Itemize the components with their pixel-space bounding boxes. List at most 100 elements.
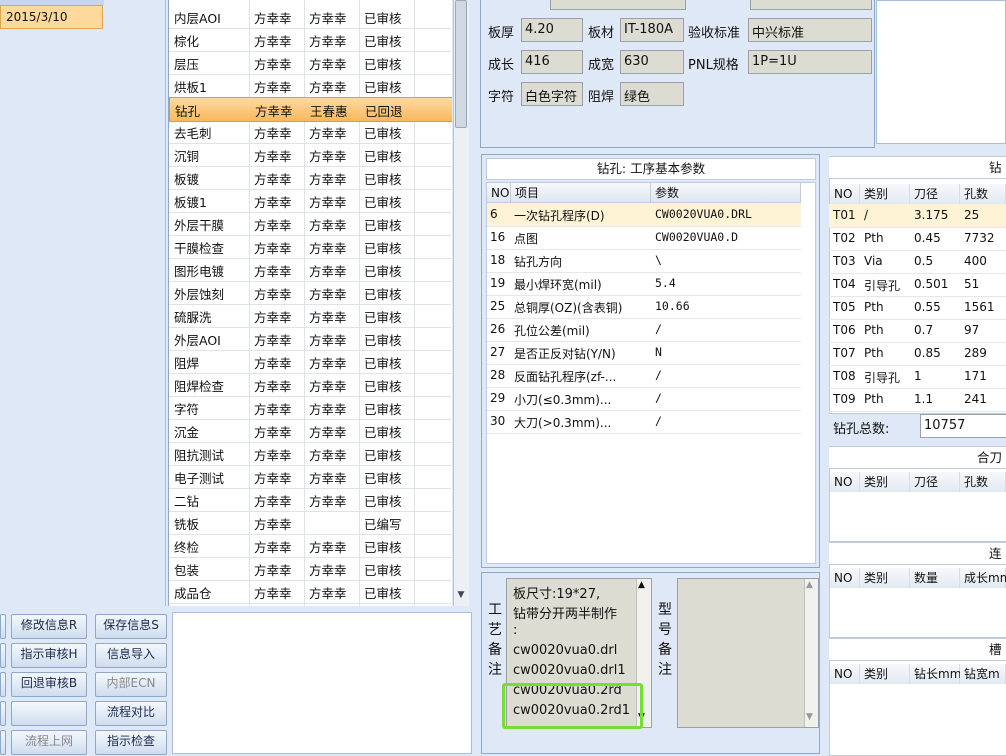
process-row[interactable]: 沉金 方幸幸 方幸幸 已审核	[169, 419, 451, 443]
tool-row[interactable]: T08 引导孔 1 171	[829, 365, 1006, 389]
process-row[interactable]: 阻抗测试 方幸幸 方幸幸 已审核	[169, 442, 451, 466]
tool-row[interactable]: T05 Pth 0.55 1561	[829, 296, 1006, 320]
process-cell: 方幸幸	[254, 149, 292, 164]
param-row[interactable]: 6 一次钻孔程序(D) CW0020VUA0.DRL	[487, 203, 801, 227]
instruct-review-button[interactable]: 指示审核H	[11, 643, 87, 668]
scroll-up-arrow-icon[interactable]: ▲	[638, 580, 645, 590]
process-cell: 终检	[174, 540, 200, 555]
scrollbar-thumb[interactable]	[455, 0, 467, 128]
flow-compare-button[interactable]: 流程对比	[95, 701, 167, 726]
process-cell: 方幸幸	[254, 471, 292, 486]
param-row[interactable]: 27 是否正反对钻(Y/N) N	[487, 341, 801, 365]
return-review-button[interactable]: 回退审核B	[11, 672, 87, 697]
process-row[interactable]: 板镀 方幸幸 方幸幸 已审核	[169, 166, 451, 190]
process-cell: 板镀1	[174, 195, 207, 210]
process-row[interactable]: 铣板 方幸幸 已编写	[169, 511, 451, 535]
truncated-button[interactable]	[0, 672, 6, 697]
param-cell: /	[655, 368, 662, 382]
tool-row[interactable]: T02 Pth 0.45 7732	[829, 227, 1006, 251]
modify-info-button[interactable]: 修改信息R	[11, 614, 87, 639]
mask-field[interactable]: 绿色	[620, 82, 684, 106]
param-cell: /	[655, 414, 662, 428]
process-row[interactable]: 字符 方幸幸 方幸幸 已审核	[169, 396, 451, 420]
process-row[interactable]: 图形电镀 方幸幸 方幸幸 已审核	[169, 258, 451, 282]
scroll-down-arrow-icon[interactable]: ▼	[454, 590, 468, 604]
process-row[interactable]: 烘板1 方幸幸 方幸幸 已审核	[169, 74, 451, 98]
param-row[interactable]: 26 孔位公差(mil) /	[487, 318, 801, 342]
scroll-down-arrow-icon[interactable]: ▼	[806, 712, 813, 722]
truncated-button[interactable]	[0, 701, 6, 726]
material-field[interactable]: IT-180A	[620, 18, 684, 42]
process-cell: 方幸幸	[254, 241, 292, 256]
process-row[interactable]: 电子测试 方幸幸 方幸幸 已审核	[169, 465, 451, 489]
drill-total-label: 钻孔总数:	[833, 422, 890, 437]
process-row[interactable]: 板镀1 方幸幸 方幸幸 已审核	[169, 189, 451, 213]
param-row[interactable]: 19 最小焊环宽(mil) 5.4	[487, 272, 801, 296]
process-row[interactable]: 包装 方幸幸 方幸幸 已审核	[169, 557, 451, 581]
param-cell: 钻孔方向	[514, 255, 563, 269]
process-cell: 已审核	[364, 57, 402, 72]
process-row[interactable]: 外层AOI 方幸幸 方幸幸 已审核	[169, 327, 451, 351]
thickness-field[interactable]: 4.20	[521, 18, 583, 42]
param-cell: 16	[490, 230, 506, 244]
process-row[interactable]: 棕化 方幸幸 方幸幸 已审核	[169, 28, 451, 52]
model-field[interactable]	[550, 0, 686, 10]
process-row[interactable]: 成品仓 方幸幸 方幸幸 已审核	[169, 580, 451, 604]
tool-row[interactable]: T01 / 3.175 25	[829, 204, 1006, 228]
param-row[interactable]: 18 钻孔方向 \	[487, 249, 801, 273]
process-row[interactable]: 去毛刺 方幸幸 方幸幸 已审核	[169, 120, 451, 144]
truncated-button[interactable]	[0, 730, 6, 755]
tool-row[interactable]: T06 Pth 0.7 97	[829, 319, 1006, 343]
param-row[interactable]: 16 点图 CW0020VUA0.D	[487, 226, 801, 250]
process-row[interactable]: 阻焊 方幸幸 方幸幸 已审核	[169, 350, 451, 374]
process-cell: 方幸幸	[309, 563, 347, 578]
process-cell: 方幸幸	[309, 218, 347, 233]
process-row[interactable]: 硫脲洗 方幸幸 方幸幸 已审核	[169, 304, 451, 328]
char-field[interactable]: 白色字符	[521, 82, 583, 106]
truncated-button[interactable]	[0, 643, 6, 668]
message-box[interactable]	[172, 612, 472, 754]
tool-row[interactable]: T03 Via 0.5 400	[829, 250, 1006, 274]
date-list-item[interactable]: 2015/3/10	[0, 5, 103, 29]
process-row[interactable]: 外层蚀刻 方幸幸 方幸幸 已审核	[169, 281, 451, 305]
link-header-no: NO	[830, 568, 860, 588]
instruct-check-button[interactable]: 指示检查	[95, 730, 167, 755]
process-row[interactable]: 终检 方幸幸 方幸幸 已审核	[169, 534, 451, 558]
blank-button[interactable]	[11, 701, 87, 726]
param-cell: 最小焊环宽(mil)	[514, 278, 602, 292]
process-row[interactable]: 外层干膜 方幸幸 方幸幸 已审核	[169, 212, 451, 236]
save-info-button[interactable]: 保存信息S	[95, 614, 167, 639]
process-cell: 阻焊	[174, 356, 200, 371]
process-row[interactable]: 阻焊检查 方幸幸 方幸幸 已审核	[169, 373, 451, 397]
model-notes-scrollbar[interactable]: ▲ ▼	[804, 579, 818, 727]
tool-row[interactable]: T09 Pth 1.1 241	[829, 388, 1006, 412]
info-import-button[interactable]: 信息导入	[95, 643, 167, 668]
process-cell: 方幸幸	[309, 310, 347, 325]
process-row[interactable]: 干膜检查 方幸幸 方幸幸 已审核	[169, 235, 451, 259]
standard-field[interactable]: 中兴标准	[748, 18, 872, 42]
process-row[interactable]: 钻孔 方幸幸 王春惠 已回退	[169, 97, 452, 122]
internal-ecn-button[interactable]: 内部ECN	[95, 672, 167, 697]
process-row[interactable]: 层压 方幸幸 方幸幸 已审核	[169, 51, 451, 75]
process-row[interactable]: 内层AOI 方幸幸 方幸幸 已审核	[169, 5, 451, 29]
scroll-up-arrow-icon[interactable]: ▲	[806, 580, 813, 590]
truncated-button[interactable]	[0, 614, 6, 639]
process-cell: 方幸幸	[254, 356, 292, 371]
param-row[interactable]: 29 小刀(≤0.3mm)... /	[487, 387, 801, 411]
tool-row[interactable]: T07 Pth 0.85 289	[829, 342, 1006, 366]
process-row[interactable]: 二钻 方幸幸 方幸幸 已审核	[169, 488, 451, 512]
finish-width-field[interactable]: 630	[620, 50, 684, 74]
param-row[interactable]: 30 大刀(>0.3mm)... /	[487, 410, 801, 434]
growth-field[interactable]: 416	[521, 50, 583, 74]
pnl-field[interactable]: 1P=1U	[748, 50, 872, 74]
model-notes-textarea[interactable]	[677, 578, 819, 728]
flow-online-button[interactable]: 流程上网	[11, 730, 87, 755]
param-row[interactable]: 28 反面钻孔程序(zf-... /	[487, 364, 801, 388]
job-field[interactable]	[750, 0, 872, 10]
param-row[interactable]: 25 总铜厚(OZ)(含表铜) 10.66	[487, 295, 801, 319]
process-cell: 方幸幸	[254, 172, 292, 187]
process-row[interactable]: 沉铜 方幸幸 方幸幸 已审核	[169, 143, 451, 167]
process-cell: 方幸幸	[309, 333, 347, 348]
drill-total-field[interactable]: 10757	[920, 414, 1006, 438]
tool-row[interactable]: T04 引导孔 0.501 51	[829, 273, 1006, 297]
